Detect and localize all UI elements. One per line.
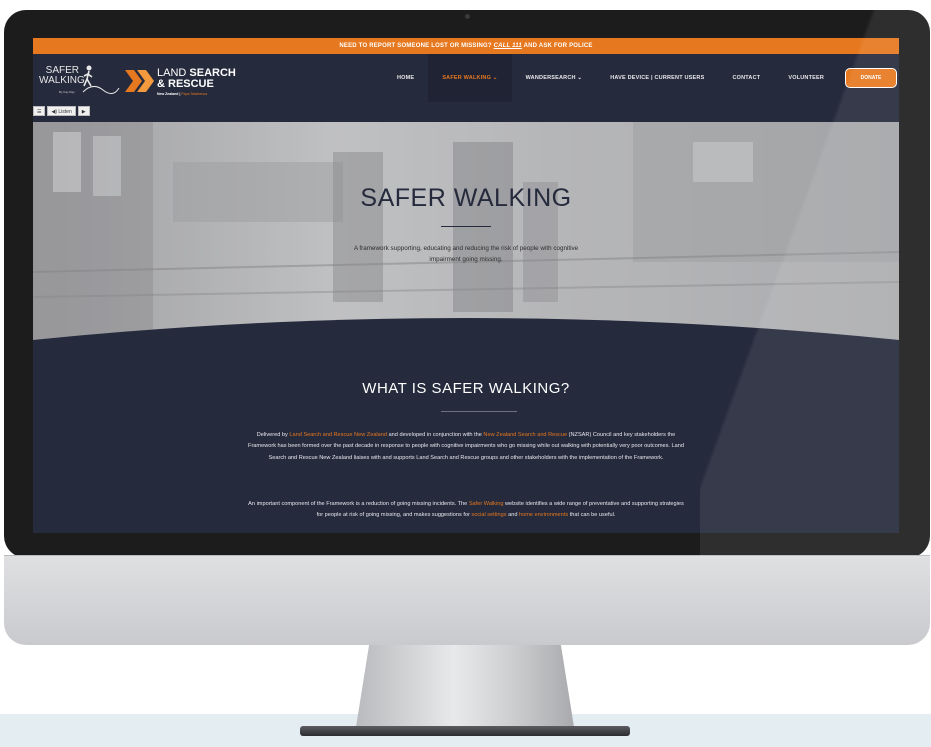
section-title: WHAT IS SAFER WALKING?: [362, 380, 570, 397]
section-divider: [441, 411, 517, 412]
hero-divider: [441, 226, 491, 227]
alert-bar: NEED TO REPORT SOMEONE LOST OR MISSING? …: [33, 38, 899, 54]
intro-paragraph: Delivered by Land Search and Rescue New …: [245, 430, 687, 464]
website-screen: NEED TO REPORT SOMEONE LOST OR MISSING? …: [33, 38, 899, 533]
p1-text-b: and developed in conjunction with the: [387, 432, 484, 438]
p1-text-a: Delivered by: [256, 432, 290, 438]
nzsar-link[interactable]: New Zealand Search and Rescue: [483, 432, 567, 438]
p2-text-c: and: [506, 512, 519, 519]
lsar-logo[interactable]: LAND SEARCH & RESCUE New Zealand | Papa …: [125, 66, 245, 106]
chevron-logo-icon: [125, 70, 154, 92]
nav-volunteer[interactable]: VOLUNTEER: [774, 54, 838, 102]
donate-button[interactable]: DONATE: [845, 68, 897, 88]
safer-logo-line2: WALKING: [39, 75, 85, 86]
listen-button[interactable]: ◀) Listen: [47, 106, 76, 116]
social-settings-link[interactable]: social settings: [471, 512, 506, 518]
lsar-logo-line3: New Zealand | Papa Taiwhenua: [157, 92, 208, 96]
play-button[interactable]: ▶: [77, 106, 90, 116]
nav-safer-walking[interactable]: SAFER WALKING ⌄: [428, 54, 512, 102]
lsar-logo-line2: & RESCUE: [157, 78, 214, 90]
section-wave-divider: [33, 318, 899, 346]
safer-logo-text: SAFER WALKING: [39, 66, 85, 86]
nav-home[interactable]: HOME: [383, 54, 428, 102]
listen-toolbar: ☰ ◀) Listen ▶: [33, 106, 90, 116]
site-header: SAFER WALKING By Kay Ray LAND SEARCH & R…: [33, 54, 899, 122]
home-environments-link[interactable]: home environments: [519, 512, 568, 518]
framework-paragraph: An important component of the Framework …: [245, 499, 687, 522]
safer-logo-tagline: By Kay Ray: [59, 90, 75, 94]
camera-icon: [465, 14, 470, 19]
walker-icon: [82, 65, 120, 94]
p2-text-a: An important component of the Framework …: [248, 501, 469, 507]
monitor-chin: [4, 555, 930, 645]
monitor-stand-base: [300, 726, 630, 736]
safer-walking-link[interactable]: Safer Walking: [469, 501, 504, 507]
alert-text-end: AND ASK FOR POLICE: [523, 43, 593, 49]
lsar-logo-maori: Papa Taiwhenua: [181, 92, 208, 96]
monitor-stand: [356, 645, 574, 727]
nav-wandersearch[interactable]: WANDERSEARCH ⌄: [512, 54, 597, 102]
p2-text-d: that can be useful.: [568, 512, 616, 519]
alert-text: NEED TO REPORT SOMEONE LOST OR MISSING?: [339, 43, 492, 49]
lsar-logo-nz: New Zealand: [157, 92, 179, 96]
lsar-nz-link[interactable]: Land Search and Rescue New Zealand: [289, 432, 387, 438]
menu-icon[interactable]: ☰: [33, 106, 46, 116]
hero-title: SAFER WALKING: [360, 184, 572, 212]
hero-subtitle: A framework supporting, educating and re…: [353, 245, 579, 263]
nav-contact[interactable]: CONTACT: [718, 54, 774, 102]
alert-call-link[interactable]: CALL 111: [494, 43, 522, 49]
safer-walking-logo[interactable]: SAFER WALKING By Kay Ray: [39, 64, 121, 104]
main-nav: HOME SAFER WALKING ⌄ WANDERSEARCH ⌄ HAVE…: [383, 54, 838, 102]
nav-have-device[interactable]: HAVE DEVICE | CURRENT USERS: [596, 54, 718, 102]
